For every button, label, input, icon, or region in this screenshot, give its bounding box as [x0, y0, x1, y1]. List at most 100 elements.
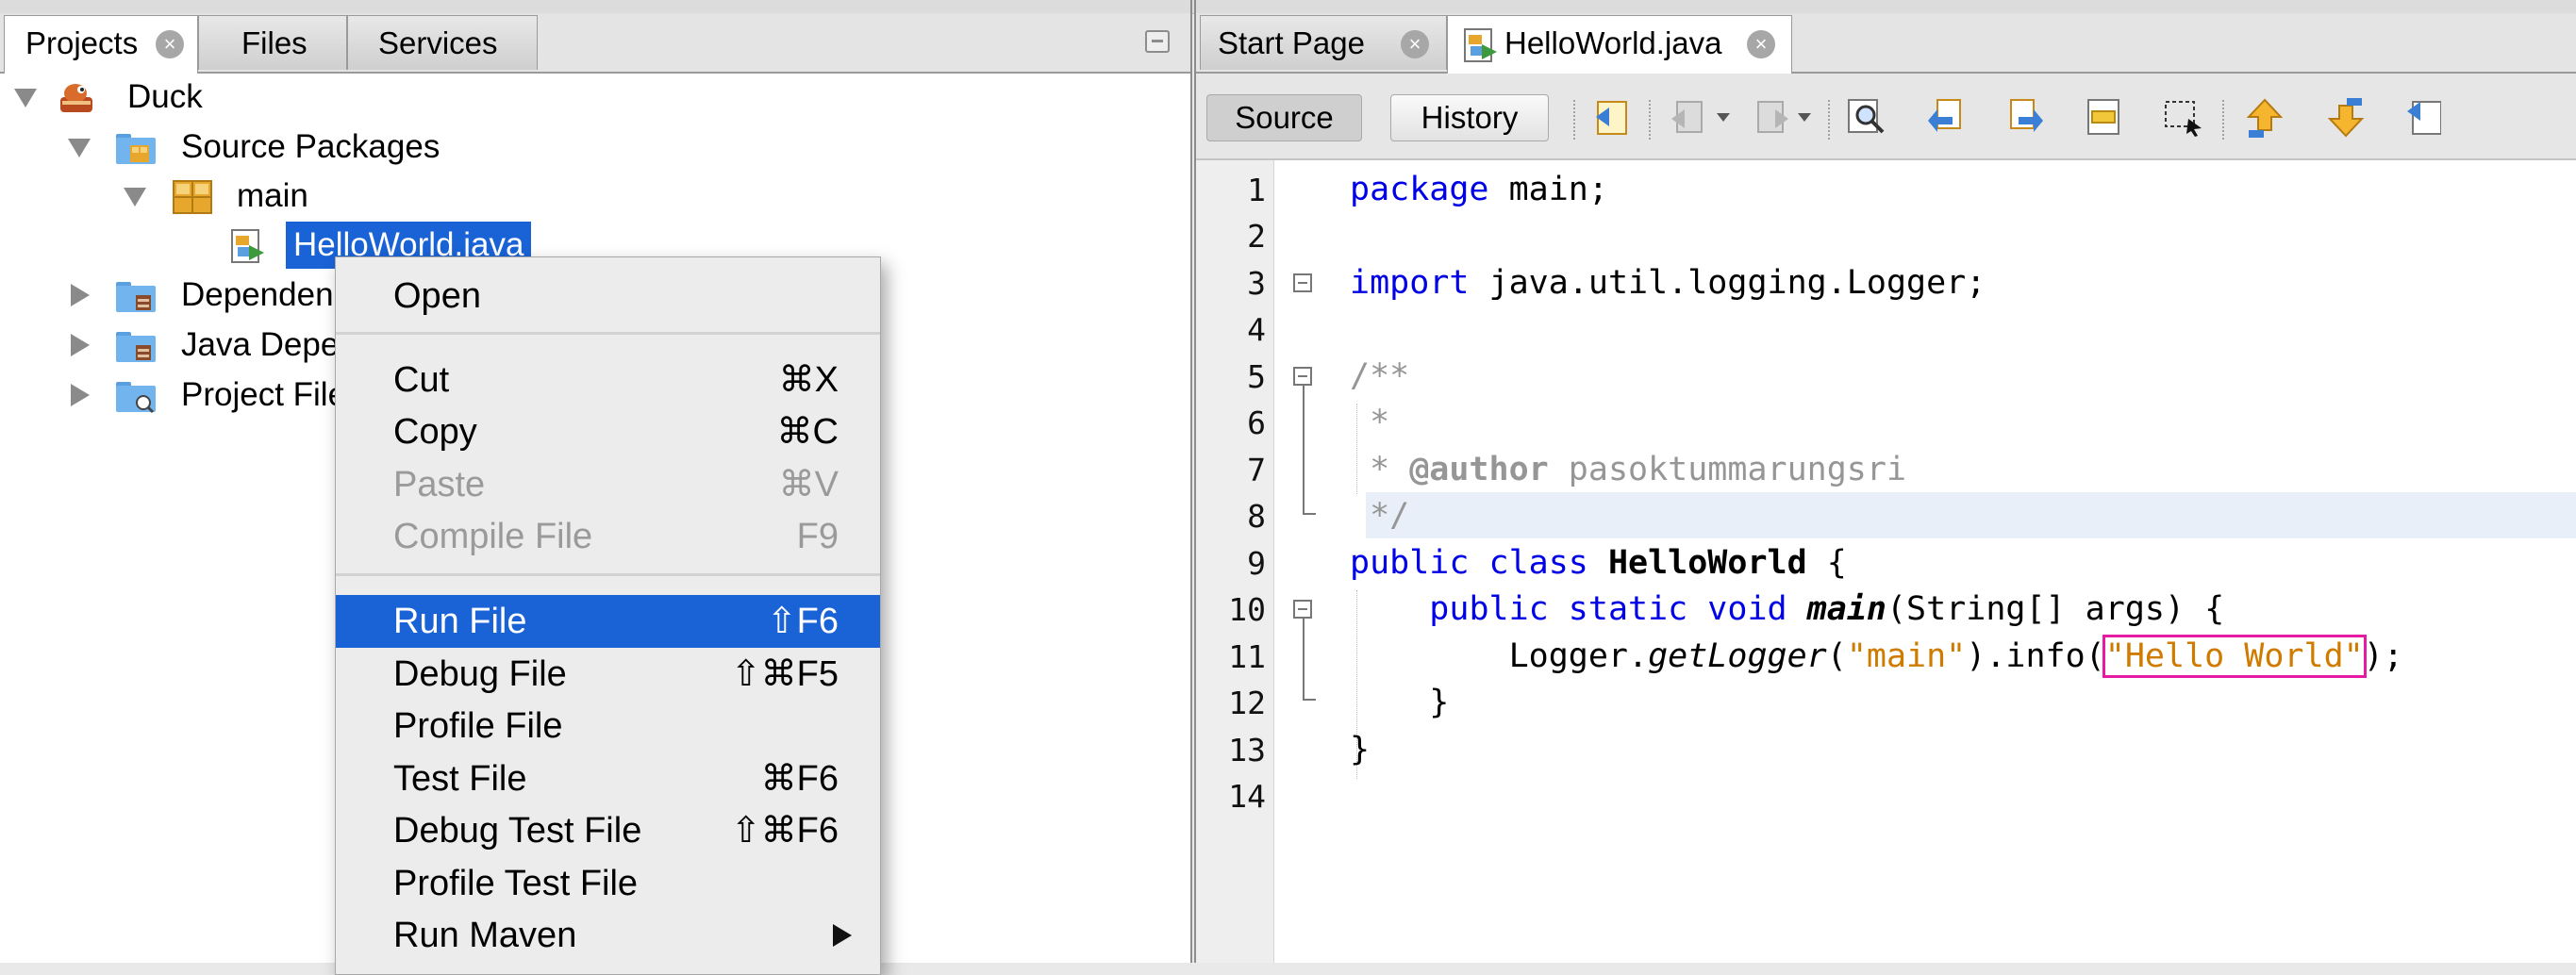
duck-project-icon	[57, 80, 98, 116]
tree-node-source-packages[interactable]: Source Packages	[0, 124, 1132, 171]
collapse-arrow-icon[interactable]	[71, 334, 90, 356]
menu-item-debug-file[interactable]: Debug File ⇧⌘F5	[336, 648, 880, 701]
expand-arrow-icon[interactable]	[14, 89, 37, 107]
rectangular-selection-icon[interactable]	[2162, 96, 2205, 140]
menu-item-label: Debug Test File	[393, 811, 642, 851]
toolbar-separator	[1828, 100, 1830, 140]
back-dropdown-icon[interactable]	[1717, 113, 1730, 122]
find-icon[interactable]	[1845, 96, 1888, 140]
menu-item-run-file[interactable]: Run File ⇧F6	[336, 595, 880, 648]
code-token: import	[1350, 264, 1470, 302]
menu-item-cut[interactable]: Cut ⌘X	[336, 354, 880, 406]
code-token: java.util.logging.Logger;	[1469, 264, 1986, 302]
java-dependencies-folder-icon	[115, 328, 157, 364]
tab-start-page[interactable]: Start Page ×	[1200, 15, 1447, 70]
fold-guide-line	[1303, 619, 1305, 700]
close-icon[interactable]: ×	[1747, 30, 1775, 58]
menu-item-test-file[interactable]: Test File ⌘F6	[336, 752, 880, 805]
collapse-arrow-icon[interactable]	[71, 384, 90, 406]
tab-projects[interactable]: Projects ×	[4, 15, 198, 74]
history-button[interactable]: History	[1390, 94, 1549, 141]
expand-arrow-icon[interactable]	[68, 139, 91, 157]
find-next-icon[interactable]	[2003, 96, 2047, 140]
close-icon[interactable]: ×	[1401, 30, 1429, 58]
menu-item-run-maven[interactable]: Run Maven	[336, 909, 880, 962]
line-number-gutter: 1 2 3 4 5 6 7 8 9 10 11 12 13 14	[1196, 160, 1274, 963]
menu-item-label: Paste	[393, 465, 486, 504]
menu-item-profile-file[interactable]: Profile File	[336, 700, 880, 752]
tab-files[interactable]: Files	[198, 15, 347, 70]
line-number: 13	[1228, 732, 1266, 768]
toggle-highlight-icon[interactable]	[2083, 96, 2126, 140]
java-file-icon	[226, 228, 268, 264]
package-icon	[172, 179, 213, 215]
toolbar-separator	[2222, 100, 2224, 140]
code-line-5: /**	[1350, 357, 1410, 395]
tree-node-label: Duck	[127, 78, 203, 115]
menu-separator	[336, 573, 880, 576]
tab-label: HelloWorld.java	[1504, 25, 1722, 60]
menu-item-label: Debug File	[393, 654, 567, 694]
code-token: {	[1806, 544, 1847, 582]
close-icon[interactable]: ×	[156, 30, 184, 58]
line-number: 10	[1228, 591, 1266, 628]
pane-splitter[interactable]	[1190, 0, 1192, 963]
collapse-arrow-icon[interactable]	[71, 284, 90, 306]
menu-item-profile-test-file[interactable]: Profile Test File	[336, 857, 880, 910]
tree-node-duck[interactable]: Duck	[0, 74, 1132, 121]
line-number: 14	[1228, 778, 1266, 815]
code-line-10: public static void main(String[] args) {	[1350, 587, 2224, 634]
menu-item-copy[interactable]: Copy ⌘C	[336, 405, 880, 458]
minimize-window-icon[interactable]	[1145, 30, 1170, 53]
context-menu: Open Cut ⌘X Copy ⌘C Paste ⌘V Compile Fil…	[335, 256, 881, 975]
find-previous-icon[interactable]	[1924, 96, 1968, 140]
code-line-7: * @author pasoktummarungsri	[1350, 447, 1906, 494]
menu-item-label: Profile Test File	[393, 864, 639, 903]
source-button[interactable]: Source	[1206, 94, 1362, 141]
code-token: *	[1350, 451, 1410, 488]
tree-node-label: main	[237, 177, 308, 214]
code-token: (String[] args) {	[1886, 590, 2225, 628]
menu-item-compile-file[interactable]: Compile File F9	[336, 510, 880, 563]
menu-item-label: Open	[393, 276, 481, 316]
code-editor[interactable]: 1 2 3 4 5 6 7 8 9 10 11 12 13 14 package…	[1196, 160, 2576, 963]
previous-bookmark-icon[interactable]	[2243, 96, 2286, 140]
menu-item-label: Run File	[393, 602, 527, 641]
fold-end-marker	[1303, 513, 1316, 515]
menu-item-debug-test-file[interactable]: Debug Test File ⇧⌘F6	[336, 804, 880, 857]
code-token: HelloWorld	[1607, 544, 1807, 582]
menu-item-label: Compile File	[393, 517, 593, 556]
code-line-6: *	[1350, 404, 1390, 441]
tab-services[interactable]: Services	[347, 15, 538, 70]
tree-node-main-package[interactable]: main	[0, 173, 1132, 220]
menu-item-open[interactable]: Open	[336, 270, 880, 322]
tab-services-label: Services	[378, 25, 498, 60]
expand-arrow-icon[interactable]	[124, 188, 146, 207]
forward-icon[interactable]	[1749, 96, 1792, 140]
window-top-strip	[0, 0, 2576, 14]
submenu-arrow-icon	[833, 924, 852, 947]
code-line-9: public class HelloWorld {	[1350, 540, 1847, 587]
fold-toggle-icon[interactable]	[1293, 273, 1312, 292]
next-bookmark-icon[interactable]	[2324, 96, 2368, 140]
last-edit-icon[interactable]	[1590, 96, 1634, 140]
menu-item-paste[interactable]: Paste ⌘V	[336, 458, 880, 511]
menu-item-shortcut: F9	[796, 517, 839, 556]
tab-helloworld-java[interactable]: HelloWorld.java ×	[1447, 15, 1792, 74]
menu-item-label: Test File	[393, 759, 527, 799]
menu-item-shortcut: ⇧⌘F5	[730, 654, 839, 694]
code-line-3: import java.util.logging.Logger;	[1350, 260, 1986, 307]
fold-end-marker	[1303, 699, 1316, 701]
code-token: "main"	[1846, 637, 1967, 675]
fold-toggle-icon[interactable]	[1293, 367, 1312, 386]
toggle-bookmark-icon[interactable]	[2403, 96, 2441, 140]
tab-files-label: Files	[241, 25, 307, 60]
menu-item-label: Run Maven	[393, 916, 577, 955]
fold-toggle-icon[interactable]	[1293, 600, 1312, 619]
code-line-8: */	[1350, 497, 1410, 535]
forward-dropdown-icon[interactable]	[1798, 113, 1811, 122]
back-icon[interactable]	[1668, 96, 1711, 140]
